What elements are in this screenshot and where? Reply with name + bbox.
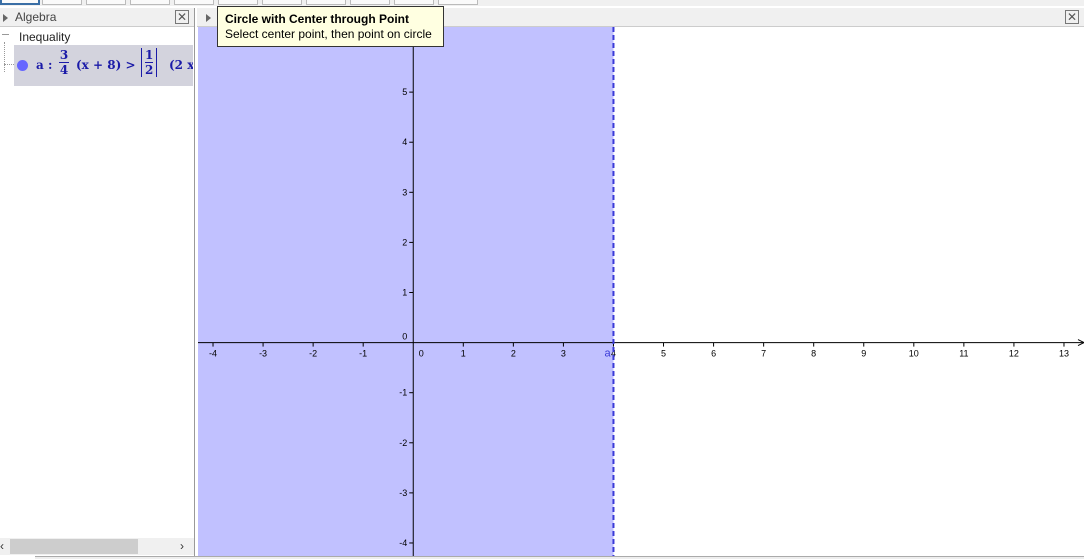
triangle-right-icon[interactable] (3, 14, 8, 22)
algebra-title: Algebra (15, 10, 57, 24)
y-tick-label: -3 (399, 488, 407, 498)
tool-button[interactable] (438, 0, 478, 5)
y-tick-label: -2 (399, 438, 407, 448)
tool-button-move[interactable] (0, 0, 40, 5)
x-tick-label: 9 (861, 349, 866, 359)
y-tick-label: 4 (402, 137, 407, 147)
tool-button[interactable] (394, 0, 434, 5)
y-tick-label: 5 (402, 87, 407, 97)
close-icon[interactable]: ✕ (175, 10, 189, 24)
x-tick-label: 12 (1009, 349, 1019, 359)
tool-button[interactable] (262, 0, 302, 5)
scroll-left-icon[interactable]: ‹ (0, 539, 4, 553)
scrollbar-thumb[interactable] (10, 539, 138, 554)
x-tick-label: 13 (1059, 349, 1069, 359)
x-tick-label: 3 (561, 349, 566, 359)
tool-button[interactable] (306, 0, 346, 5)
tool-button[interactable] (86, 0, 126, 5)
y-tick-label: -4 (399, 538, 407, 548)
horizontal-scrollbar[interactable]: ‹ › (0, 538, 194, 555)
x-tick-label: 6 (711, 349, 716, 359)
tool-tooltip: Circle with Center through Point Select … (217, 6, 444, 47)
x-tick-label: 0 (419, 349, 424, 359)
tool-button-circle[interactable] (218, 0, 258, 5)
x-tick-label: 1 (461, 349, 466, 359)
x-tick-label: 8 (811, 349, 816, 359)
scroll-right-icon[interactable]: › (180, 539, 184, 553)
close-icon[interactable]: ✕ (1065, 10, 1079, 24)
x-tick-label: 2 (511, 349, 516, 359)
x-tick-label: -2 (309, 349, 317, 359)
algebra-view: Algebra ✕ Inequality a : 34 (x + 8) > 12… (0, 8, 195, 557)
tool-button[interactable] (174, 0, 214, 5)
coordinate-plane[interactable]: -4 -3 -2 -1 0 1 2 3 4 5 6 7 8 9 10 11 12 13-4-3-2-1012345… (198, 27, 1084, 556)
x-tick-label: -1 (359, 349, 367, 359)
visibility-dot-icon[interactable] (17, 60, 28, 71)
toolbar (0, 0, 1084, 6)
x-tick-label: -3 (259, 349, 267, 359)
tool-button[interactable] (350, 0, 390, 5)
algebra-titlebar: Algebra ✕ (0, 8, 194, 27)
category-inequality: Inequality (19, 30, 71, 44)
y-tick-label: 2 (402, 237, 407, 247)
list-item-inequality-a[interactable]: a : 34 (x + 8) > 12 (2 x (14, 45, 193, 86)
x-tick-label: 7 (761, 349, 766, 359)
triangle-right-icon[interactable] (206, 14, 211, 22)
x-tick-label: 10 (909, 349, 919, 359)
y-tick-label: 1 (402, 288, 407, 298)
tool-button[interactable] (42, 0, 82, 5)
collapse-icon[interactable] (2, 34, 9, 35)
boundary-label: a (604, 348, 611, 360)
x-tick-label: 11 (959, 349, 968, 359)
graphics-view[interactable]: ✕ -4 -3 -2 -1 0 1 2 3 4 5 6 7 8 9 10 11 12 13 -4 -3 -2 -1 0 1 2 3… (197, 8, 1084, 557)
y-tick-label: 3 (402, 187, 407, 197)
y-tick-label: 0 (402, 332, 407, 342)
x-tick-label: -4 (209, 349, 217, 359)
y-tick-label: -1 (399, 388, 407, 398)
tool-button[interactable] (130, 0, 170, 5)
x-tick-label: 5 (661, 349, 666, 359)
